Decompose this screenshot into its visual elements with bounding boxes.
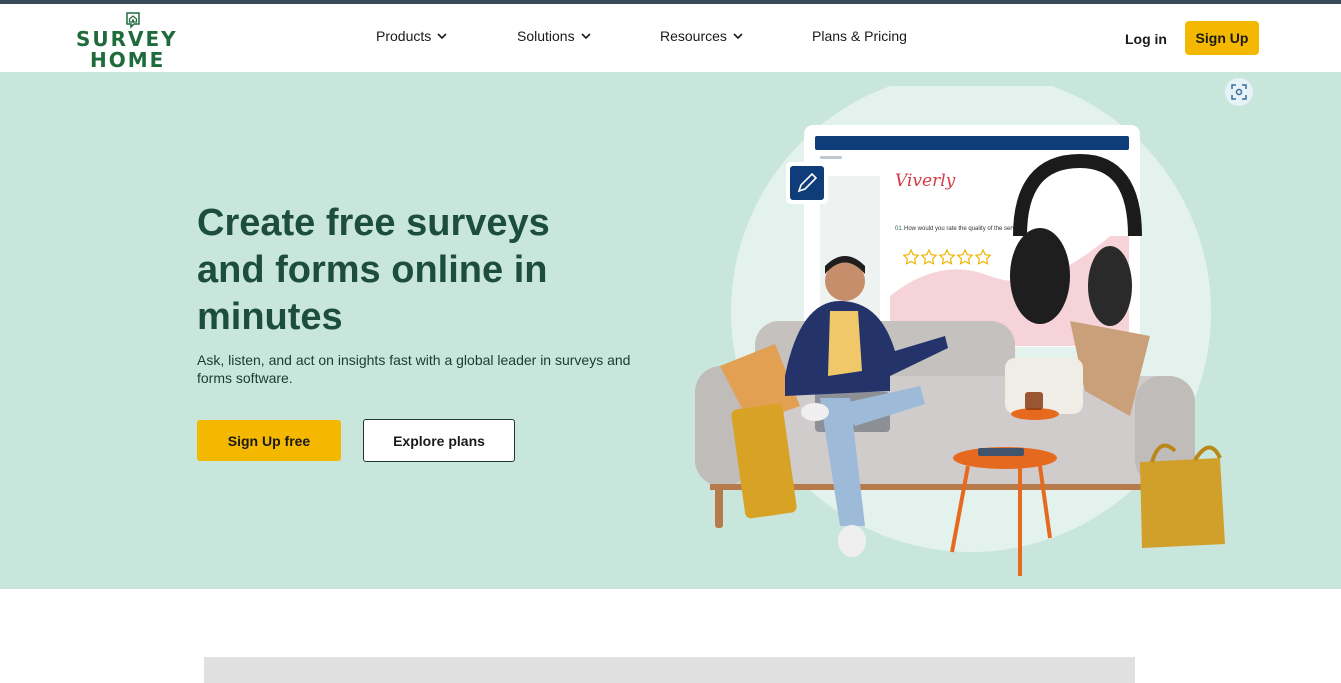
- nav-solutions[interactable]: Solutions: [517, 28, 592, 44]
- signup-free-button[interactable]: Sign Up free: [197, 420, 341, 461]
- chevron-down-icon: [581, 33, 591, 40]
- nav-products[interactable]: Products: [376, 28, 448, 44]
- content-placeholder-bar: [204, 657, 1135, 683]
- hero-title: Create free surveys and forms online in …: [197, 202, 550, 338]
- hero-section: Create free surveys and forms online in …: [0, 72, 1341, 589]
- tote-bag: [1140, 443, 1225, 548]
- survey-question: How would you rate the quality of the se…: [904, 226, 1027, 232]
- nav-resources-label: Resources: [660, 28, 727, 44]
- login-link[interactable]: Log in: [1125, 31, 1167, 47]
- chevron-down-icon: [733, 33, 743, 40]
- nav-solutions-label: Solutions: [517, 28, 575, 44]
- site-header: SURVEY HOME Products Solutions Resources…: [0, 4, 1341, 72]
- nav-resources[interactable]: Resources: [660, 28, 744, 44]
- survey-home-logo[interactable]: SURVEY HOME: [76, 8, 176, 72]
- survey-question-number: 01.: [895, 226, 904, 232]
- signup-button[interactable]: Sign Up: [1185, 21, 1259, 55]
- chevron-down-icon: [437, 33, 447, 40]
- pencil-icon: [786, 162, 828, 204]
- nav-plans-pricing-label: Plans & Pricing: [812, 28, 907, 44]
- nav-plans-pricing[interactable]: Plans & Pricing: [812, 28, 907, 44]
- explore-plans-button[interactable]: Explore plans: [363, 419, 515, 462]
- logo-line-2: HOME: [90, 48, 166, 72]
- nav-products-label: Products: [376, 28, 432, 44]
- hero-illustration: Viverly 01. How would you rate the quali…: [695, 86, 1225, 576]
- hero-subtitle: Ask, listen, and act on insights fast wi…: [197, 352, 631, 386]
- survey-brand: Viverly: [895, 171, 956, 191]
